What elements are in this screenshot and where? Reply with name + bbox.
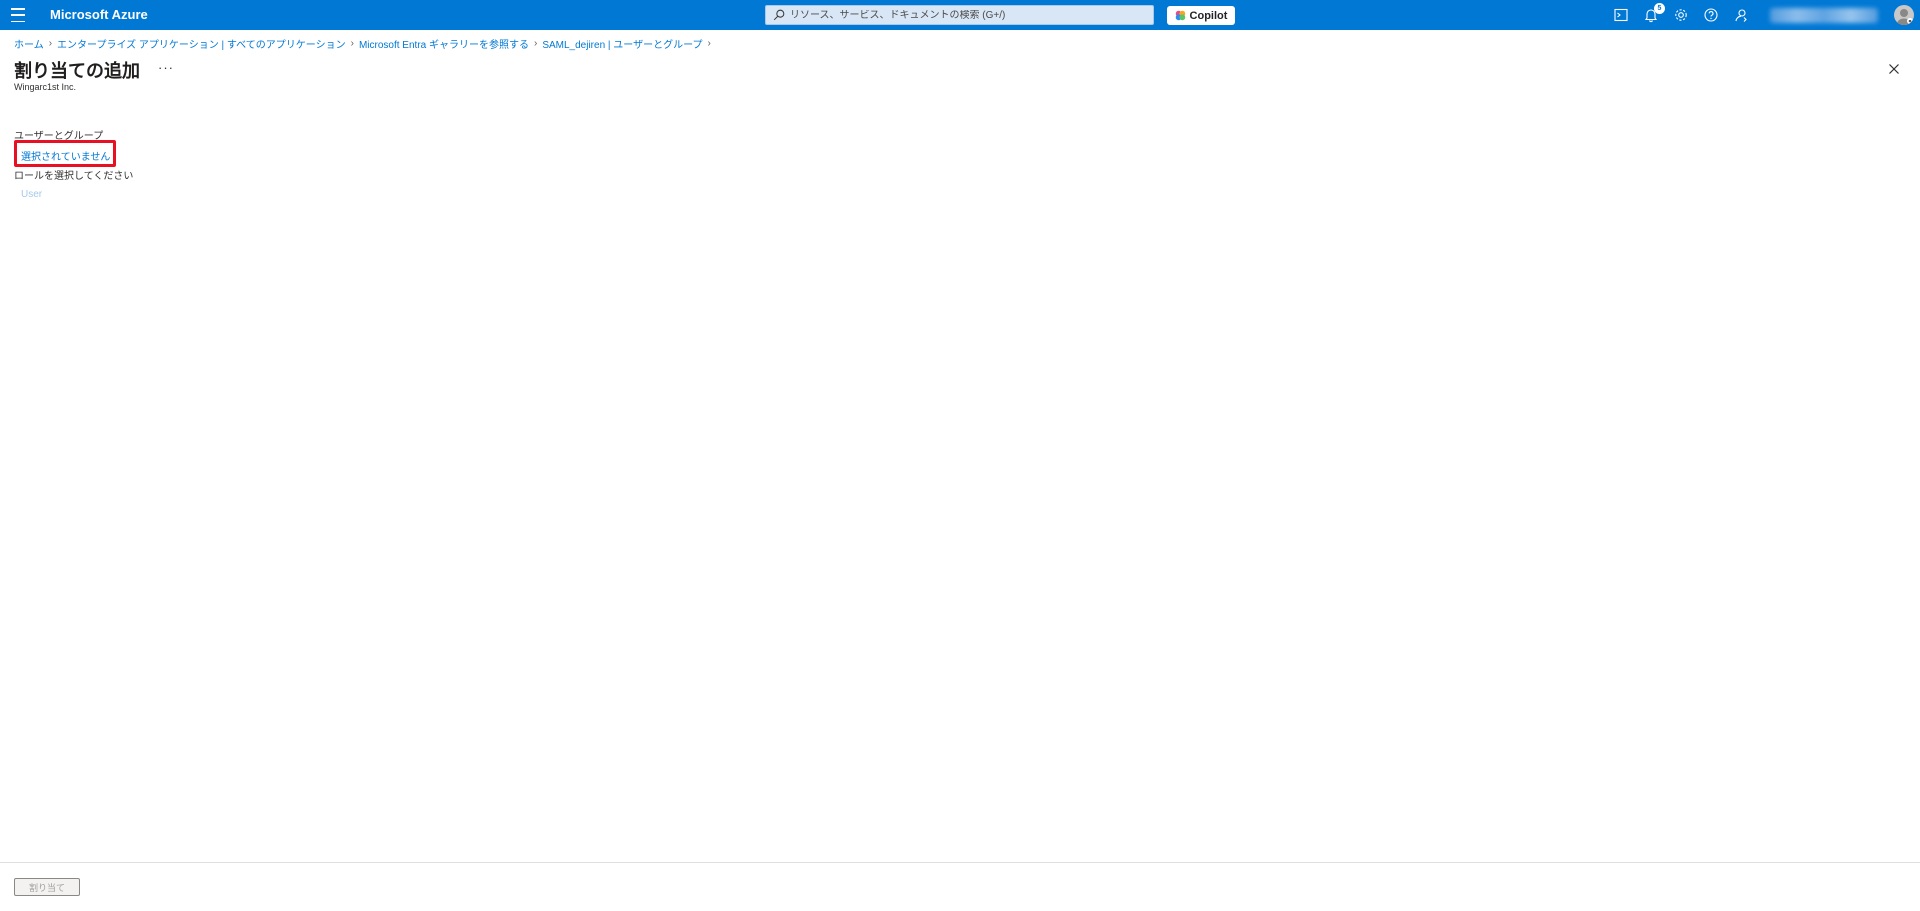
search-input[interactable]: [790, 9, 1150, 21]
more-options-button[interactable]: ···: [158, 60, 174, 75]
close-icon[interactable]: [1887, 62, 1901, 76]
assign-button[interactable]: 割り当て: [14, 878, 80, 896]
user-avatar-icon: [1897, 9, 1913, 25]
brand-title[interactable]: Microsoft Azure: [50, 0, 148, 30]
page-subtitle: Wingarc1st Inc.: [14, 82, 77, 92]
chevron-right-icon: ›: [350, 37, 354, 49]
account-info[interactable]: [1770, 8, 1878, 23]
avatar[interactable]: [1894, 5, 1914, 25]
search-box[interactable]: [765, 5, 1154, 25]
top-bar: Microsoft Azure Copilot 5: [0, 0, 1920, 30]
users-groups-selector[interactable]: 選択されていません: [21, 148, 110, 163]
breadcrumb: ホーム › エンタープライズ アプリケーション | すべてのアプリケーション ›…: [14, 36, 716, 51]
copilot-label: Copilot: [1189, 9, 1228, 22]
copilot-button[interactable]: Copilot: [1167, 6, 1235, 25]
notification-badge: 5: [1654, 3, 1665, 14]
search-icon: [773, 9, 785, 21]
menu-icon[interactable]: [11, 8, 25, 22]
chevron-right-icon: ›: [48, 37, 53, 49]
cloud-shell-icon[interactable]: [1613, 7, 1629, 23]
feedback-icon[interactable]: [1733, 7, 1749, 23]
chevron-right-icon: ›: [707, 37, 711, 49]
breadcrumb-home[interactable]: ホーム: [14, 36, 44, 51]
copilot-icon: [1175, 10, 1185, 21]
role-selector[interactable]: User: [21, 189, 42, 200]
footer-divider: [0, 862, 1920, 863]
page-title: 割り当ての追加: [14, 61, 140, 81]
help-icon[interactable]: [1703, 7, 1719, 23]
gear-icon[interactable]: [1673, 7, 1689, 23]
notifications-button[interactable]: 5: [1643, 3, 1665, 23]
breadcrumb-enterprise-apps[interactable]: エンタープライズ アプリケーション | すべてのアプリケーション: [57, 36, 346, 51]
chevron-right-icon: ›: [533, 37, 538, 49]
breadcrumb-entra-gallery[interactable]: Microsoft Entra ギャラリーを参照する: [359, 36, 529, 51]
role-label: ロールを選択してください: [14, 171, 134, 182]
breadcrumb-saml-dejiren[interactable]: SAML_dejiren | ユーザーとグループ: [542, 36, 702, 51]
